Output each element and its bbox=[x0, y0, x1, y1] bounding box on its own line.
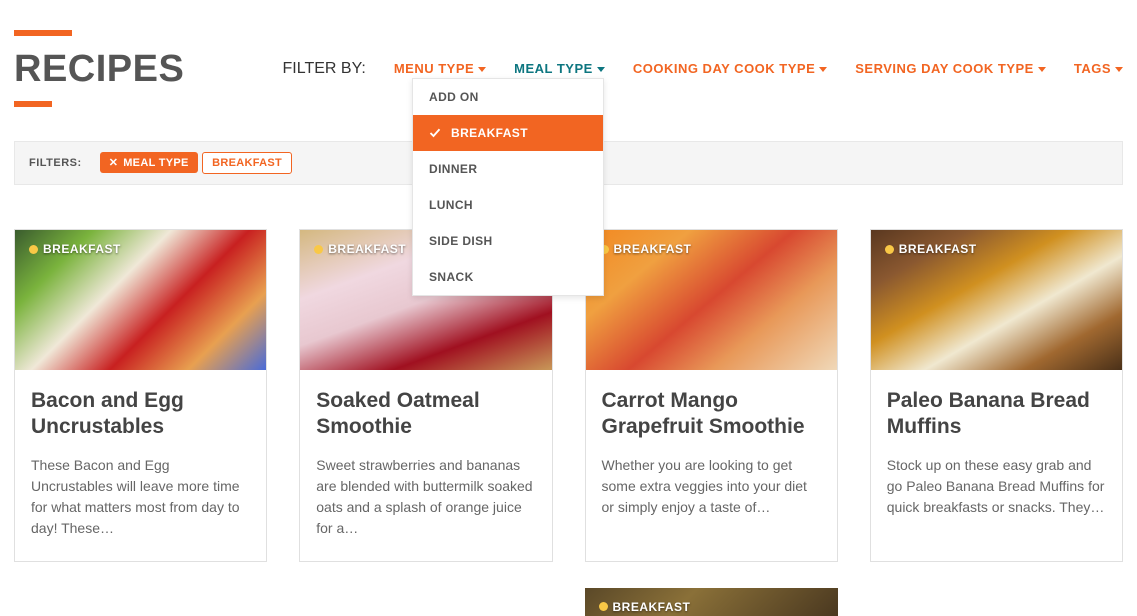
filter-menu-type[interactable]: MENU TYPE bbox=[394, 61, 486, 76]
page-title: RECIPES bbox=[14, 48, 184, 91]
recipe-card[interactable]: BREAKFAST Carrot Mango Grapefruit Smooth… bbox=[585, 229, 838, 562]
filter-serving-day[interactable]: SERVING DAY COOK TYPE bbox=[855, 61, 1046, 76]
caret-down-icon bbox=[1115, 67, 1123, 72]
dropdown-item-side-dish[interactable]: SIDE DISH bbox=[413, 223, 603, 259]
dropdown-item-add-on[interactable]: ADD ON bbox=[413, 79, 603, 115]
dot-icon bbox=[599, 602, 608, 611]
recipe-description: Whether you are looking to get some extr… bbox=[602, 455, 821, 518]
recipe-image: BREAKFAST bbox=[585, 588, 838, 616]
recipe-title: Carrot Mango Grapefruit Smoothie bbox=[602, 388, 821, 441]
dropdown-item-lunch[interactable]: LUNCH bbox=[413, 187, 603, 223]
filter-meal-type[interactable]: MEAL TYPE bbox=[514, 61, 605, 76]
dropdown-item-dinner[interactable]: DINNER bbox=[413, 151, 603, 187]
recipe-card[interactable]: BREAKFAST Paleo Banana Bread Muffins Sto… bbox=[870, 229, 1123, 562]
recipe-description: These Bacon and Egg Uncrustables will le… bbox=[31, 455, 250, 539]
filter-tags[interactable]: TAGS bbox=[1074, 61, 1123, 76]
dot-icon bbox=[29, 245, 38, 254]
dropdown-item-snack[interactable]: SNACK bbox=[413, 259, 603, 295]
recipe-image: BREAKFAST bbox=[15, 230, 266, 370]
category-badge: BREAKFAST bbox=[600, 242, 692, 256]
filter-cooking-day[interactable]: COOKING DAY COOK TYPE bbox=[633, 61, 827, 76]
caret-down-icon bbox=[597, 67, 605, 72]
category-badge: BREAKFAST bbox=[885, 242, 977, 256]
recipe-card[interactable]: BREAKFAST Bacon and Egg Uncrustables The… bbox=[14, 229, 267, 562]
filter-tag-breakfast[interactable]: BREAKFAST bbox=[202, 152, 292, 174]
category-badge: BREAKFAST bbox=[29, 242, 121, 256]
caret-down-icon bbox=[1038, 67, 1046, 72]
recipe-title: Bacon and Egg Uncrustables bbox=[31, 388, 250, 441]
dot-icon bbox=[314, 245, 323, 254]
active-filters-label: FILTERS: bbox=[29, 157, 82, 169]
recipe-title: Soaked Oatmeal Smoothie bbox=[316, 388, 535, 441]
category-badge: BREAKFAST bbox=[599, 600, 691, 614]
filter-by-label: FILTER BY: bbox=[283, 60, 366, 78]
check-icon bbox=[429, 127, 441, 139]
meal-type-dropdown: ADD ON BREAKFAST DINNER LUNCH SIDE DISH … bbox=[412, 78, 604, 296]
dropdown-item-breakfast[interactable]: BREAKFAST bbox=[413, 115, 603, 151]
recipe-description: Stock up on these easy grab and go Paleo… bbox=[887, 455, 1106, 518]
caret-down-icon bbox=[819, 67, 827, 72]
recipe-title: Paleo Banana Bread Muffins bbox=[887, 388, 1106, 441]
category-badge: BREAKFAST bbox=[314, 242, 406, 256]
recipe-image: BREAKFAST bbox=[871, 230, 1122, 370]
recipe-image: BREAKFAST bbox=[586, 230, 837, 370]
caret-down-icon bbox=[478, 67, 486, 72]
filter-tag-meal-type[interactable]: ✕ MEAL TYPE bbox=[100, 152, 198, 173]
recipe-description: Sweet strawberries and bananas are blend… bbox=[316, 455, 535, 539]
close-icon: ✕ bbox=[109, 156, 119, 169]
dot-icon bbox=[885, 245, 894, 254]
filter-bar: FILTER BY: MENU TYPE MEAL TYPE COOKING D… bbox=[283, 60, 1123, 78]
recipe-card[interactable]: BREAKFAST bbox=[585, 588, 838, 616]
